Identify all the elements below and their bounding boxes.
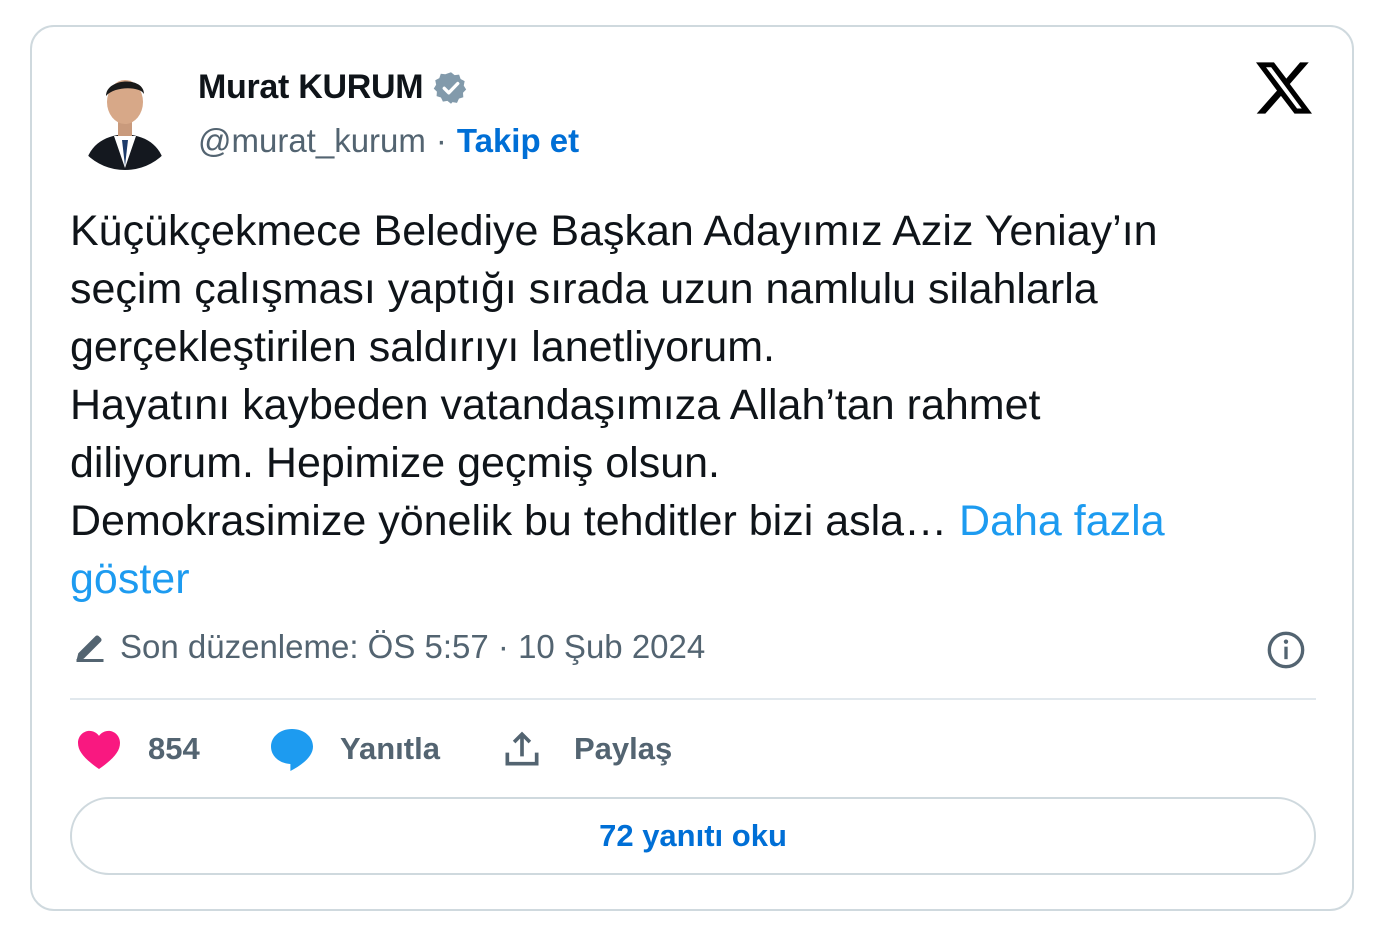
reply-bubble-icon bbox=[271, 729, 313, 771]
share-button[interactable]: Paylaş bbox=[500, 724, 672, 774]
author-display-name[interactable]: Murat KURUM bbox=[198, 68, 424, 107]
avatar[interactable] bbox=[70, 60, 180, 170]
pencil-icon bbox=[72, 629, 108, 665]
separator-dot: · bbox=[435, 122, 447, 159]
tweet-text-line: Hayatını kaybeden vatandaşımıza Allah’ta… bbox=[70, 381, 1041, 429]
tweet-text-line: Demokrasimize yönelik bu tehditler bizi … bbox=[70, 497, 948, 545]
heart-icon bbox=[78, 730, 120, 770]
tweet-text-last-line: Demokrasimize yönelik bu tehditler bizi … bbox=[70, 492, 1320, 550]
tweet-text: Küçükçekmece Belediye Başkan Adayımız Az… bbox=[70, 202, 1320, 608]
tweet-text-line: Küçükçekmece Belediye Başkan Adayımız Az… bbox=[70, 207, 1158, 255]
tweet-text-line: diliyorum. Hepimize geçmiş olsun. bbox=[70, 439, 720, 487]
info-icon[interactable] bbox=[1266, 630, 1306, 670]
author-handle[interactable]: @murat_kurum bbox=[198, 122, 426, 160]
show-more-link-continued[interactable]: göster bbox=[70, 555, 190, 603]
edit-timestamp: Son düzenleme: ÖS 5:57 · 10 Şub 2024 bbox=[120, 628, 706, 665]
verified-badge-icon bbox=[433, 70, 469, 106]
share-upload-icon bbox=[505, 731, 539, 766]
read-replies-button[interactable]: 72 yanıtı oku bbox=[70, 797, 1316, 875]
tweet-text-line: gerçekleştirilen saldırıyı lanetliyorum. bbox=[70, 323, 775, 371]
share-label: Paylaş bbox=[574, 731, 673, 766]
show-more-link[interactable]: Daha fazla bbox=[959, 497, 1165, 545]
follow-button[interactable]: Takip et bbox=[457, 122, 579, 160]
reply-label: Yanıtla bbox=[340, 731, 440, 766]
x-logo-icon[interactable] bbox=[1256, 62, 1312, 114]
like-count: 854 bbox=[148, 731, 200, 766]
tweet-text-line: seçim çalışması yaptığı sırada uzun naml… bbox=[70, 265, 1098, 313]
tweet-text-line-wrap: göster bbox=[70, 550, 1320, 608]
like-button[interactable]: 854 bbox=[76, 724, 200, 774]
edit-info[interactable]: Son düzenleme: ÖS 5:57 · 10 Şub 2024 bbox=[72, 628, 705, 666]
reply-button[interactable]: Yanıtla bbox=[268, 724, 440, 774]
divider bbox=[70, 698, 1316, 700]
